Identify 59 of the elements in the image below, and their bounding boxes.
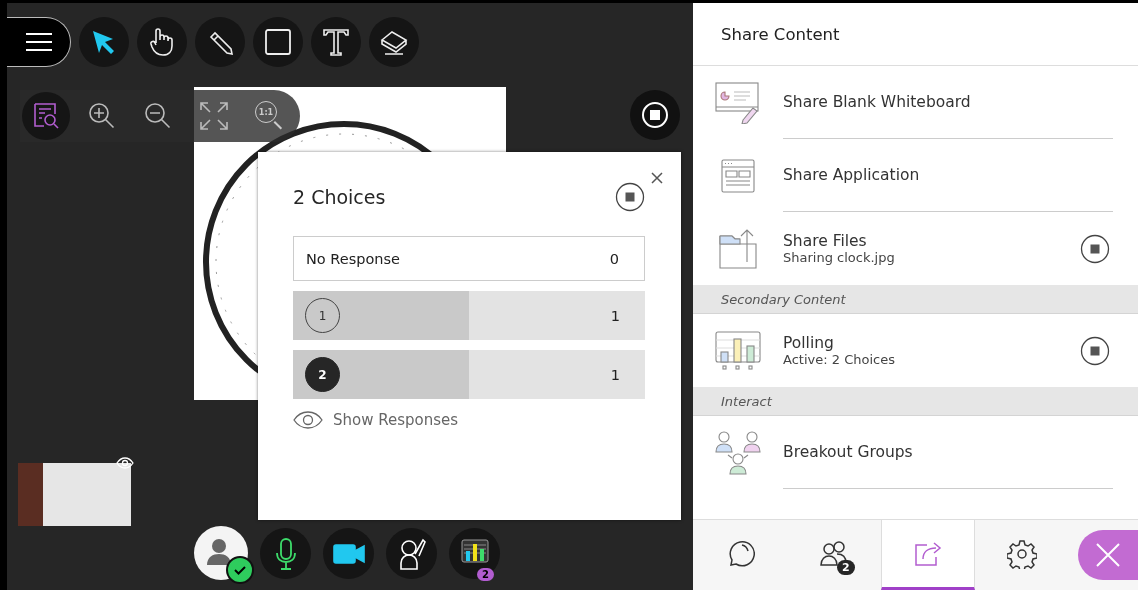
people-icon bbox=[819, 538, 849, 569]
hand-icon bbox=[148, 27, 176, 57]
group-people-icon bbox=[715, 429, 761, 476]
close-panel-button[interactable] bbox=[1078, 530, 1138, 580]
raise-hand-button[interactable] bbox=[386, 528, 437, 579]
pointer-tool-button[interactable] bbox=[79, 17, 129, 67]
whiteboard-icon bbox=[715, 81, 761, 124]
application-window-icon bbox=[721, 158, 755, 193]
rectangle-tool-button[interactable] bbox=[253, 17, 303, 67]
stop-icon[interactable] bbox=[615, 182, 645, 212]
eye-icon bbox=[293, 411, 323, 429]
option-status: Sharing clock.jpg bbox=[783, 250, 895, 265]
menu-icon bbox=[24, 32, 53, 52]
text-tool-button[interactable] bbox=[311, 17, 361, 67]
section-heading: Interact bbox=[693, 387, 1138, 416]
microphone-button[interactable] bbox=[260, 528, 311, 579]
square-icon bbox=[264, 28, 292, 56]
share-tab[interactable] bbox=[881, 520, 975, 590]
option-status: Active: 2 Choices bbox=[783, 352, 895, 367]
option-label: Share Blank Whiteboard bbox=[783, 93, 971, 111]
option-label: Share Files bbox=[783, 232, 868, 250]
eraser-icon bbox=[379, 28, 409, 56]
option-label: Share Application bbox=[783, 166, 920, 184]
zoom-out-icon bbox=[143, 101, 173, 131]
hand-tool-button[interactable] bbox=[137, 17, 187, 67]
close-icon[interactable] bbox=[651, 172, 663, 184]
response-count: 1 bbox=[610, 307, 620, 324]
response-count: 0 bbox=[609, 250, 619, 267]
stop-sharing-button[interactable] bbox=[630, 90, 680, 140]
stop-icon[interactable] bbox=[1080, 335, 1110, 366]
count-badge: 2 bbox=[837, 560, 855, 575]
microphone-icon bbox=[273, 536, 298, 571]
response-count: 1 bbox=[610, 366, 620, 383]
eraser-tool-button[interactable] bbox=[369, 17, 419, 67]
eye-icon[interactable] bbox=[116, 457, 134, 469]
option-label: Breakout Groups bbox=[783, 443, 913, 461]
stop-icon[interactable] bbox=[1080, 233, 1110, 264]
response-label: No Response bbox=[306, 250, 400, 267]
menu-button[interactable] bbox=[7, 17, 71, 67]
camera-button[interactable] bbox=[323, 528, 374, 579]
expand-arrows-icon bbox=[199, 101, 229, 131]
section-heading: Secondary Content bbox=[693, 285, 1138, 314]
bar-chart-icon bbox=[715, 329, 761, 372]
stop-icon bbox=[641, 101, 669, 129]
document-search-icon bbox=[32, 102, 60, 130]
poll-title: 2 Choices bbox=[293, 186, 386, 208]
close-icon bbox=[1095, 542, 1121, 568]
video-camera-icon bbox=[332, 542, 365, 565]
actual-size-button[interactable]: 1:1 bbox=[246, 92, 294, 140]
settings-icon bbox=[1007, 538, 1037, 569]
poll-count-badge: 2 bbox=[477, 568, 494, 581]
option-label: Polling bbox=[783, 334, 835, 352]
inspect-button[interactable] bbox=[22, 92, 70, 140]
zoom-in-icon bbox=[87, 101, 117, 131]
show-responses-link[interactable]: Show Responses bbox=[293, 411, 459, 429]
pencil-tool-button[interactable] bbox=[195, 17, 245, 67]
text-tool-icon bbox=[322, 27, 350, 57]
polls-button[interactable]: 2 bbox=[449, 528, 500, 579]
folder-upload-icon bbox=[718, 227, 758, 270]
